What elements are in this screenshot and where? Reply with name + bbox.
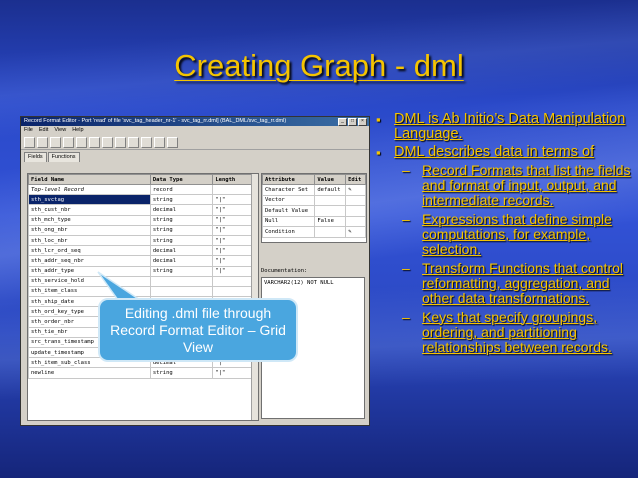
- sub-bullet-item: Keys that specify groupings, ordering, a…: [376, 310, 634, 355]
- bullet-item: DML is Ab Initio’s Data Manipulation Lan…: [376, 112, 634, 142]
- sub-bullet-item: Transform Functions that control reforma…: [376, 261, 634, 306]
- bullet-item: DML describes data in terms of: [376, 145, 634, 161]
- bullet-list: DML is Ab Initio’s Data Manipulation Lan…: [376, 112, 634, 359]
- callout-text: Editing .dml file through Record Format …: [110, 304, 286, 355]
- callout-box: Editing .dml file through Record Format …: [98, 298, 298, 362]
- sub-bullet-item: Expressions that define simple computati…: [376, 212, 634, 257]
- sub-bullet-item: Record Formats that list the fields and …: [376, 163, 634, 208]
